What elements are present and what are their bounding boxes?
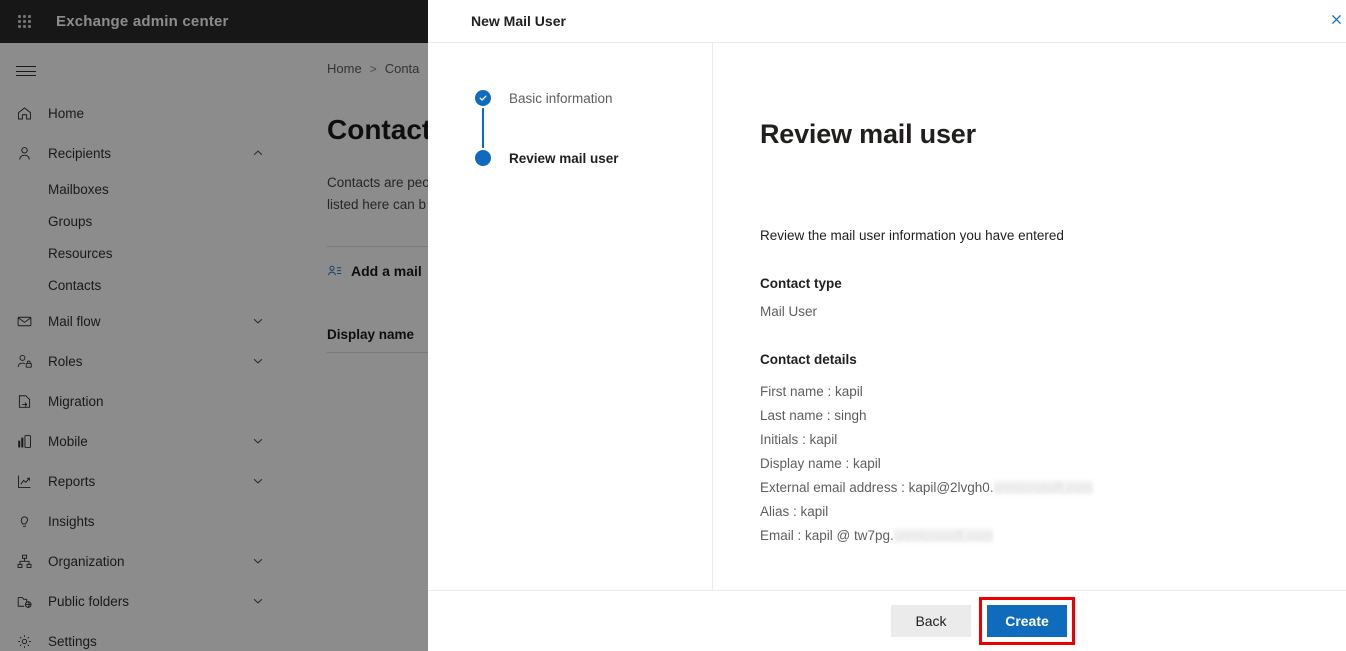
detail-row-text: Email : kapil @ tw7pg.	[760, 528, 894, 543]
detail-row-text: Initials : kapil	[760, 432, 837, 447]
new-mail-user-panel: New Mail User Basic information	[428, 0, 1346, 651]
detail-row-external-email-address: External email address : kapil@2lvgh0.on…	[760, 476, 1346, 500]
panel-body: Basic information Review mail user Revie…	[428, 43, 1346, 590]
create-button[interactable]: Create	[987, 605, 1067, 637]
review-detail: Review mail user Review the mail user in…	[713, 43, 1346, 590]
detail-row-text: External email address : kapil@2lvgh0.	[760, 480, 994, 495]
wizard-step-basic-information[interactable]: Basic information	[475, 88, 712, 108]
detail-row-alias: Alias : kapil	[760, 500, 1346, 524]
contact-details-label: Contact details	[760, 352, 1346, 367]
detail-row-first-name: First name : kapil	[760, 380, 1346, 404]
wizard-step-connector	[482, 108, 484, 148]
back-button[interactable]: Back	[891, 605, 971, 637]
wizard-step-review-mail-user[interactable]: Review mail user	[475, 148, 712, 168]
detail-row-text: Alias : kapil	[760, 504, 828, 519]
close-x-icon	[1330, 13, 1343, 31]
wizard-step-label: Basic information	[509, 91, 613, 106]
review-intro-text: Review the mail user information you hav…	[760, 228, 1346, 243]
panel-header: New Mail User	[428, 0, 1346, 43]
redacted-text: onmicrosoft.com	[894, 528, 993, 543]
panel-footer: Back Create	[428, 590, 1346, 651]
detail-row-initials: Initials : kapil	[760, 428, 1346, 452]
detail-row-display-name: Display name : kapil	[760, 452, 1346, 476]
detail-row-text: Last name : singh	[760, 408, 867, 423]
wizard-steps: Basic information Review mail user	[428, 43, 713, 590]
contact-type-value: Mail User	[760, 304, 1346, 319]
close-button[interactable]	[1320, 8, 1346, 36]
detail-row-text: First name : kapil	[760, 384, 863, 399]
create-button-highlight: Create	[979, 597, 1075, 645]
screen-root: Exchange admin center Home	[0, 0, 1346, 651]
contact-details-list: First name : kapil Last name : singh Ini…	[760, 380, 1346, 548]
detail-row-email: Email : kapil @ tw7pg.onmicrosoft.com	[760, 524, 1346, 548]
panel-title: New Mail User	[471, 13, 566, 29]
filled-circle-icon	[475, 150, 491, 166]
check-circle-icon	[475, 90, 491, 106]
redacted-text: onmicrosoft.com	[994, 480, 1093, 495]
detail-row-last-name: Last name : singh	[760, 404, 1346, 428]
contact-type-label: Contact type	[760, 276, 1346, 291]
review-heading: Review mail user	[760, 119, 1346, 150]
wizard-step-label: Review mail user	[509, 151, 619, 166]
detail-row-text: Display name : kapil	[760, 456, 881, 471]
